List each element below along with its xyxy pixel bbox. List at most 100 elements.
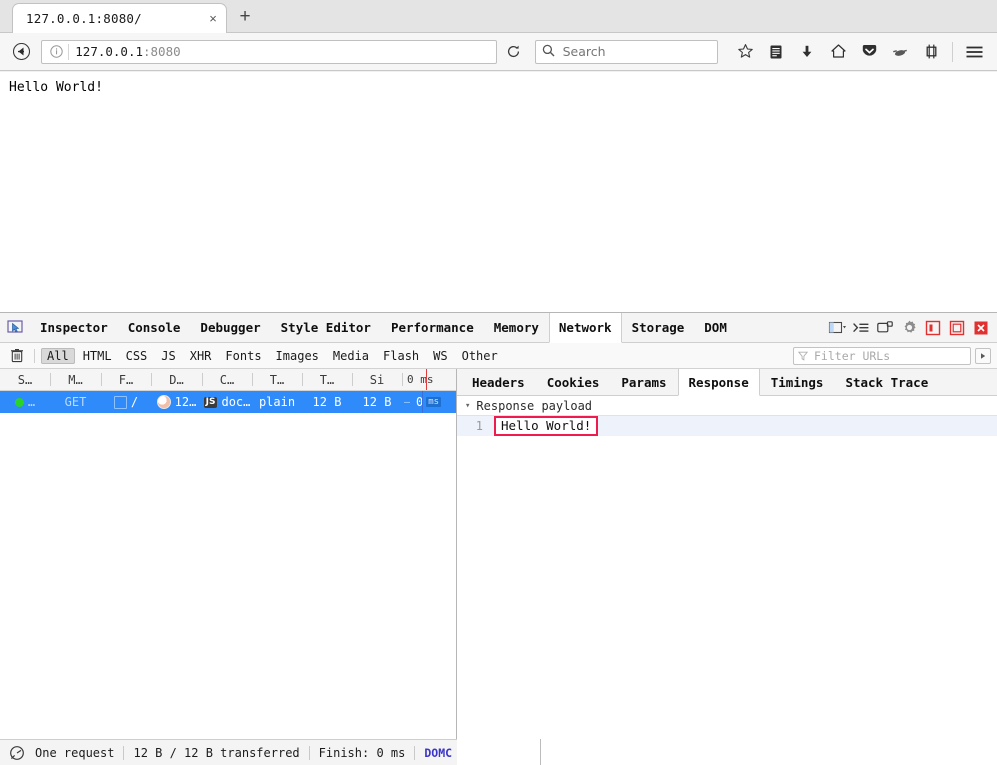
response-payload-header[interactable]: ▾ Response payload: [457, 396, 997, 416]
devtools-body: S… M… F… D… C… T… T… Si 0 ms … GET / 12……: [0, 369, 997, 765]
close-icon[interactable]: [970, 316, 992, 340]
filter-all[interactable]: All: [41, 347, 75, 364]
tab-params[interactable]: Params: [610, 369, 677, 395]
column-header-status[interactable]: S…: [0, 369, 50, 390]
line-number: 1: [475, 419, 483, 433]
search-input[interactable]: [560, 43, 711, 60]
cell-file-text: /: [130, 395, 139, 409]
chevron-down-icon[interactable]: ▾: [465, 401, 470, 411]
page-body-text: Hello World!: [9, 80, 103, 95]
star-icon[interactable]: [730, 38, 760, 66]
tab-performance[interactable]: Performance: [381, 313, 484, 342]
favicon-icon: [156, 395, 171, 409]
tab-network[interactable]: Network: [548, 313, 622, 343]
filter-flash[interactable]: Flash: [377, 348, 425, 364]
downloads-icon[interactable]: [792, 38, 822, 66]
close-tab-icon[interactable]: ×: [200, 6, 226, 32]
column-header-cause[interactable]: C…: [202, 369, 252, 390]
tab-debugger[interactable]: Debugger: [190, 313, 270, 342]
filter-expand-button[interactable]: [975, 347, 991, 364]
tab-storage[interactable]: Storage: [622, 313, 695, 342]
timeline-zero-label: 0 ms: [407, 373, 434, 386]
url-host: 127.0.0.1: [75, 44, 143, 59]
pocket-icon[interactable]: [854, 38, 884, 66]
js-badge-icon: JS: [203, 396, 218, 408]
status-transferred: 12 B / 12 B transferred: [133, 745, 300, 760]
tab-response[interactable]: Response: [677, 369, 760, 396]
tab-timings[interactable]: Timings: [760, 369, 835, 395]
navigation-toolbar: 127.0.0.1:8080: [0, 33, 997, 71]
reload-button[interactable]: [501, 39, 526, 65]
library-icon[interactable]: [761, 38, 791, 66]
column-header-type[interactable]: T…: [252, 369, 302, 390]
tab-stack-trace[interactable]: Stack Trace: [834, 369, 939, 395]
column-header-size[interactable]: Si: [352, 369, 402, 390]
back-button[interactable]: [8, 38, 35, 66]
filter-urls-input[interactable]: [812, 347, 966, 364]
filter-html[interactable]: HTML: [77, 348, 118, 364]
column-header-method[interactable]: M…: [50, 369, 101, 390]
tab-memory[interactable]: Memory: [484, 313, 549, 342]
toolbar-divider: [952, 41, 953, 62]
filter-urls-box[interactable]: [793, 346, 971, 365]
column-header-file[interactable]: F…: [101, 369, 151, 390]
tab-console[interactable]: Console: [118, 313, 191, 342]
filter-css[interactable]: CSS: [120, 348, 154, 364]
new-tab-button[interactable]: +: [232, 4, 258, 30]
search-bar[interactable]: [534, 39, 718, 64]
identity-info-icon[interactable]: [46, 42, 66, 62]
split-console-icon[interactable]: [850, 316, 872, 340]
responsive-design-mode-icon[interactable]: [826, 316, 848, 340]
element-picker-icon[interactable]: [0, 313, 30, 342]
tab-headers[interactable]: Headers: [461, 369, 536, 395]
filter-media[interactable]: Media: [327, 348, 375, 364]
network-throttle-icon[interactable]: [8, 744, 26, 762]
status-indicator-icon: [14, 397, 24, 407]
filter-urls-group: [793, 346, 991, 365]
column-header-transferred[interactable]: T…: [302, 369, 352, 390]
filter-divider: [34, 348, 35, 363]
filter-images[interactable]: Images: [270, 348, 325, 364]
url-bar[interactable]: 127.0.0.1:8080: [41, 39, 498, 64]
status-bar-edge-divider: [540, 739, 541, 765]
home-icon[interactable]: [823, 38, 853, 66]
tab-inspector[interactable]: Inspector: [30, 313, 118, 342]
tab-cookies[interactable]: Cookies: [536, 369, 611, 395]
request-table-header: S… M… F… D… C… T… T… Si 0 ms: [0, 369, 456, 391]
url-text: 127.0.0.1:8080: [75, 44, 180, 59]
trash-icon[interactable]: [6, 345, 28, 367]
timeline-unit: ms: [426, 397, 442, 407]
filter-fonts[interactable]: Fonts: [219, 348, 267, 364]
browser-tool-icons: [730, 38, 989, 66]
browser-tab-title: 127.0.0.1:8080/: [26, 11, 142, 26]
filter-js[interactable]: JS: [155, 348, 181, 364]
tab-style-editor[interactable]: Style Editor: [271, 313, 381, 342]
document-icon: [113, 395, 127, 409]
timeline-marker-line: [426, 369, 427, 390]
filter-other[interactable]: Other: [456, 348, 504, 364]
cell-size: 12 B: [362, 395, 392, 409]
code-line: 1 Hello World!: [457, 416, 997, 436]
settings-gear-icon[interactable]: [898, 316, 920, 340]
cell-method-text: GET: [64, 395, 87, 409]
devtools-tabs: Inspector Console Debugger Style Editor …: [30, 313, 737, 343]
table-row[interactable]: … GET / 12… JS doc… plain 12 B 12 B – 0 …: [0, 391, 456, 413]
cell-status: …: [0, 391, 50, 413]
filter-xhr[interactable]: XHR: [184, 348, 218, 364]
filter-ws[interactable]: WS: [427, 348, 453, 364]
response-payload-text: Hello World!: [494, 416, 599, 436]
column-header-timeline[interactable]: 0 ms: [402, 369, 456, 390]
dock-bottom-icon[interactable]: [922, 316, 944, 340]
browser-tab[interactable]: 127.0.0.1:8080/ ×: [12, 3, 227, 33]
container-icon[interactable]: [885, 38, 915, 66]
dock-side-icon[interactable]: [946, 316, 968, 340]
response-payload-label: Response payload: [476, 398, 593, 413]
url-divider: [68, 43, 70, 60]
tab-dom[interactable]: DOM: [694, 313, 737, 342]
screenshot-icon[interactable]: [916, 38, 946, 66]
column-header-domain[interactable]: D…: [151, 369, 202, 390]
details-tabs: Headers Cookies Params Response Timings …: [457, 369, 997, 396]
separate-window-icon[interactable]: [874, 316, 896, 340]
cell-domain-text: 12…: [174, 395, 197, 409]
hamburger-menu-icon[interactable]: [959, 38, 989, 66]
